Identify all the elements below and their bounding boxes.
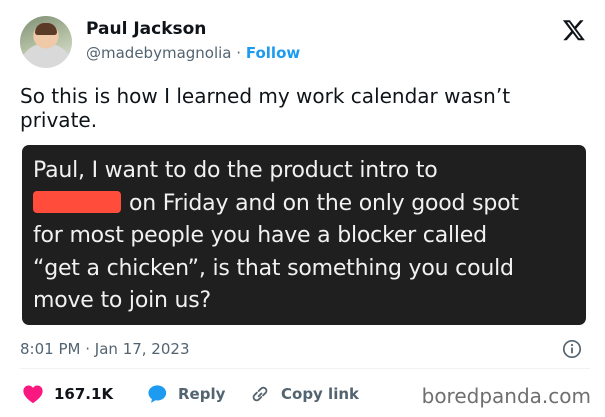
quote-line-2-text: on Friday and on the only good spot [129,190,519,216]
quote-line-2: on Friday and on the only good spot [33,188,576,221]
reply-label: Reply [178,385,226,403]
quoted-message-text: Paul, I want to do the product intro to … [33,155,576,318]
redaction-mark [33,190,121,213]
quote-line-1: Paul, I want to do the product intro to [33,158,438,183]
like-button[interactable]: 167.1K [22,383,113,405]
copy-link-label: Copy link [281,385,359,403]
like-count: 167.1K [54,385,114,403]
tweet-header: Paul Jackson @madebymagnolia · Follow [20,14,590,70]
divider [20,368,590,369]
tweet-time[interactable]: 8:01 PM [20,340,80,358]
author-handle[interactable]: @madebymagnolia [86,44,232,62]
reply-button[interactable]: Reply [147,383,225,405]
quote-line-5: move to join us? [33,288,212,313]
heart-icon [23,385,43,404]
copy-link-button[interactable]: Copy link [249,383,359,405]
x-logo-icon[interactable] [562,18,586,42]
follow-button[interactable]: Follow [246,44,300,62]
link-icon [252,386,268,402]
author-name[interactable]: Paul Jackson [86,19,206,39]
reply-bubble-icon [148,385,167,403]
avatar-hair [35,23,57,35]
quoted-message-image: Paul, I want to do the product intro to … [22,145,586,325]
handle-separator: · [236,44,242,62]
meta-separator: · [85,340,91,358]
avatar[interactable] [20,16,72,68]
tweet-meta: 8:01 PM · Jan 17, 2023 [20,339,590,360]
quote-line-3: for most people you have a blocker calle… [33,223,487,248]
tweet-text: So this is how I learned my work calenda… [20,84,511,132]
quote-line-4: “get a chicken”, is that something you c… [33,255,514,281]
author-handle-row: @madebymagnolia · Follow [86,44,300,62]
source-watermark: boredpanda.com [421,384,591,408]
info-icon[interactable] [562,339,582,359]
tweet-date[interactable]: Jan 17, 2023 [95,340,190,358]
